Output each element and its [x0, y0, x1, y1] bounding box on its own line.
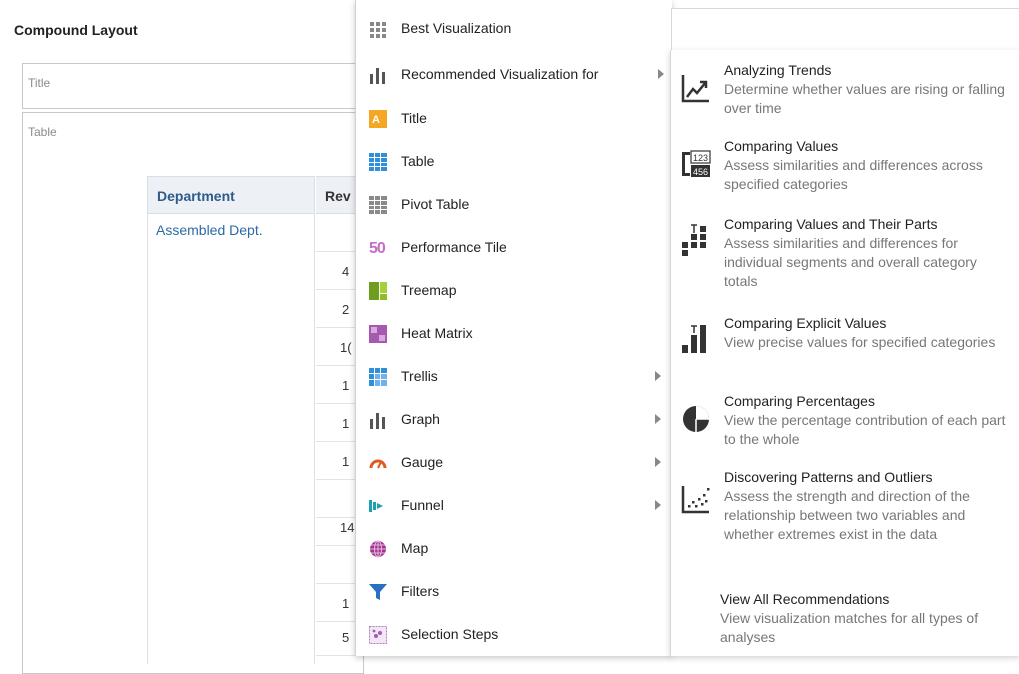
submenu-item-title: Comparing Values and Their Parts: [724, 216, 938, 232]
comparing-percentages-icon: [683, 406, 709, 432]
menu-item-heat-matrix[interactable]: Heat Matrix: [356, 314, 672, 352]
menu-item-label: Recommended Visualization for: [401, 66, 599, 82]
menu-item-label: Filters: [401, 583, 440, 599]
menu-item-label: Pivot Table: [401, 196, 470, 212]
menu-item-label: Best Visualization: [401, 20, 512, 36]
toolbar-strip: [671, 8, 1019, 51]
menu-item-label: Gauge: [401, 454, 444, 470]
menu-item-label: Graph: [401, 411, 440, 427]
compound-layout-title: Compound Layout: [14, 22, 138, 38]
submenu-arrow-icon: [658, 69, 664, 79]
submenu-item-title: Comparing Explicit Values: [724, 315, 887, 331]
comparing-values-icon: 123 456: [682, 150, 711, 177]
comparing-parts-icon: [682, 224, 706, 256]
submenu-item-description: View the percentage contribution of each…: [724, 412, 1006, 447]
treemap-icon: [369, 282, 387, 300]
submenu-item-description: Assess similarities and differences for …: [724, 235, 977, 289]
menu-item-recommended-visualization[interactable]: Recommended Visualization for: [356, 55, 672, 93]
comparing-values-bottom-digits: 456: [693, 167, 708, 177]
menu-item-label: Selection Steps: [401, 626, 499, 642]
menu-item-label: Title: [401, 110, 427, 126]
menu-item-label: Map: [401, 540, 429, 556]
submenu-item-description: Assess similarities and differences acro…: [724, 157, 983, 192]
menu-item-label: Treemap: [401, 282, 457, 298]
table-view-label: Table: [28, 125, 57, 139]
submenu-item-title: View All Recommendations: [720, 591, 890, 607]
pivot-table-icon: [369, 196, 387, 214]
table-icon: [369, 153, 387, 171]
menu-item-title[interactable]: A Title: [356, 99, 672, 137]
department-column-header[interactable]: Department: [147, 176, 315, 214]
map-icon: [370, 540, 386, 558]
menu-item-pivot-table[interactable]: Pivot Table: [356, 185, 672, 223]
svg-text:A: A: [372, 114, 380, 126]
title-view-label: Title: [28, 76, 51, 90]
selection-steps-icon: [369, 626, 387, 644]
menu-item-performance-tile[interactable]: 50 Performance Tile: [356, 228, 672, 266]
submenu-item-title: Analyzing Trends: [724, 62, 832, 78]
submenu-arrow-icon: [655, 457, 661, 467]
submenu-item-title: Discovering Patterns and Outliers: [724, 469, 933, 485]
recommended-visualization-submenu: [670, 50, 1019, 656]
trellis-icon: [369, 368, 387, 386]
title-icon: A: [369, 110, 387, 128]
menu-item-funnel[interactable]: Funnel: [356, 486, 672, 524]
comparing-explicit-icon: [682, 325, 706, 353]
menu-item-label: Table: [401, 153, 435, 169]
heat-matrix-icon: [369, 325, 387, 343]
department-cell[interactable]: Assembled Dept.: [156, 222, 263, 238]
menu-item-graph[interactable]: Graph: [356, 400, 672, 438]
submenu-arrow-icon: [655, 414, 661, 424]
menu-item-best-visualization[interactable]: Best Visualization: [356, 10, 672, 48]
department-column: [147, 214, 315, 664]
menu-item-trellis[interactable]: Trellis: [356, 357, 672, 395]
menu-item-table[interactable]: Table: [356, 142, 672, 180]
submenu-item-description: Determine whether values are rising or f…: [724, 81, 1005, 116]
filters-icon: [369, 584, 387, 600]
submenu-arrow-icon: [655, 371, 661, 381]
submenu-item-title: Comparing Values: [724, 138, 839, 154]
menu-item-gauge[interactable]: Gauge: [356, 443, 672, 481]
submenu-item-description: View visualization matches for all types…: [720, 610, 979, 645]
analyzing-trends-icon: [681, 75, 709, 103]
patterns-outliers-icon: [681, 486, 710, 514]
visualization-context-menu: Best Visualization Recommended Visualiza…: [355, 0, 672, 656]
graph-icon: [370, 413, 385, 429]
submenu-arrow-icon: [655, 500, 661, 510]
menu-item-filters[interactable]: Filters: [356, 572, 672, 610]
menu-item-selection-steps[interactable]: Selection Steps: [356, 615, 672, 653]
menu-item-map[interactable]: Map: [356, 529, 672, 567]
comparing-values-top-digits: 123: [693, 153, 708, 163]
submenu-item-title: Comparing Percentages: [724, 393, 875, 409]
performance-tile-icon: 50: [369, 240, 386, 257]
title-view-container[interactable]: [22, 63, 364, 109]
submenu-item-description: View precise values for specified catego…: [724, 334, 996, 350]
gauge-icon: [369, 459, 387, 469]
submenu-item-description: Assess the strength and direction of the…: [724, 488, 970, 542]
recommended-visualization-icon: [370, 68, 385, 84]
menu-item-label: Funnel: [401, 497, 444, 513]
best-visualization-icon: [370, 22, 386, 38]
funnel-icon: [369, 500, 383, 512]
menu-item-label: Trellis: [401, 368, 438, 384]
menu-item-label: Performance Tile: [401, 239, 507, 255]
menu-item-label: Heat Matrix: [401, 325, 473, 341]
menu-item-treemap[interactable]: Treemap: [356, 271, 672, 309]
